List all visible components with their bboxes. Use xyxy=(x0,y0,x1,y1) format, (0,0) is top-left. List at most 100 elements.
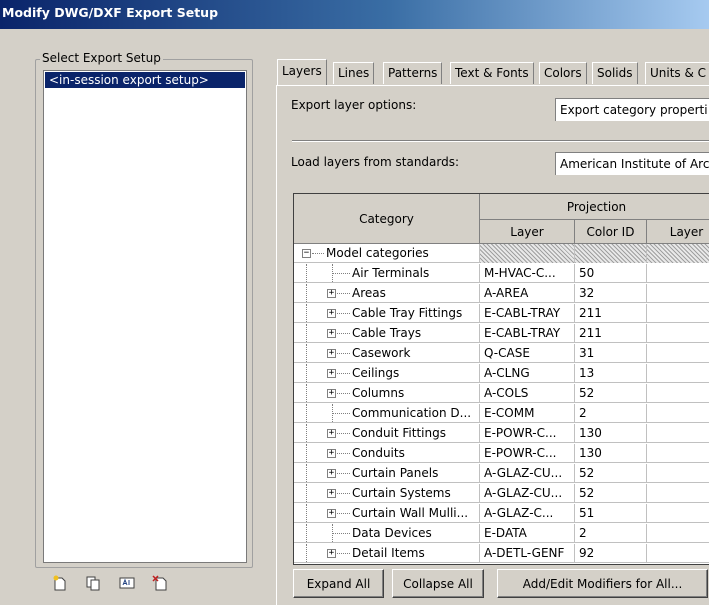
layer-cell[interactable]: A-DETL-GENF xyxy=(480,544,575,563)
layer-modifiers-cell[interactable] xyxy=(647,504,709,523)
layer-modifiers-cell[interactable] xyxy=(647,364,709,383)
layer-modifiers-cell[interactable] xyxy=(647,484,709,503)
color-id-cell[interactable]: 52 xyxy=(575,464,647,483)
layer-cell[interactable]: A-GLAZ-C... xyxy=(480,504,575,523)
add-edit-modifiers-button[interactable]: Add/Edit Modifiers for All... xyxy=(497,569,708,598)
layer-modifiers-cell[interactable] xyxy=(647,404,709,423)
layer-column-header[interactable]: Layer xyxy=(480,220,575,244)
color-id-cell[interactable] xyxy=(575,244,647,263)
layers-grid[interactable]: Category Projection Layer Color ID Layer… xyxy=(293,193,709,565)
expand-icon[interactable]: + xyxy=(327,349,336,358)
color-id-cell[interactable]: 2 xyxy=(575,524,647,543)
tab-solids[interactable]: Solids xyxy=(592,62,638,84)
category-cell[interactable]: Data Devices xyxy=(294,524,480,543)
layer-modifiers-cell[interactable] xyxy=(647,264,709,283)
load-layers-dropdown[interactable]: American Institute of Arc xyxy=(555,152,709,175)
category-cell[interactable]: Air Terminals xyxy=(294,264,480,283)
layer-cell[interactable]: M-HVAC-C... xyxy=(480,264,575,283)
color-id-cell[interactable]: 130 xyxy=(575,424,647,443)
layer-modifiers-cell[interactable] xyxy=(647,324,709,343)
color-id-cell[interactable]: 32 xyxy=(575,284,647,303)
category-cell[interactable]: + Detail Items xyxy=(294,544,480,563)
category-cell[interactable]: + Curtain Systems xyxy=(294,484,480,503)
duplicate-setup-button[interactable] xyxy=(84,574,102,592)
color-id-cell[interactable]: 50 xyxy=(575,264,647,283)
table-row[interactable]: + Cable Tray Fittings E-CABL-TRAY 211 xyxy=(294,304,709,323)
layer-cell[interactable]: E-CABL-TRAY xyxy=(480,304,575,323)
table-row[interactable]: + Cable Trays E-CABL-TRAY 211 xyxy=(294,324,709,343)
category-cell[interactable]: + Columns xyxy=(294,384,480,403)
layer-cell[interactable]: Q-CASE xyxy=(480,344,575,363)
expand-icon[interactable]: + xyxy=(327,449,336,458)
tab-lines[interactable]: Lines xyxy=(333,62,375,84)
layer-cell[interactable]: E-CABL-TRAY xyxy=(480,324,575,343)
color-id-cell[interactable]: 52 xyxy=(575,484,647,503)
layer-modifiers-cell[interactable] xyxy=(647,284,709,303)
color-id-column-header[interactable]: Color ID xyxy=(575,220,647,244)
table-row[interactable]: + Ceilings A-CLNG 13 xyxy=(294,364,709,383)
layer-modifiers-cell[interactable] xyxy=(647,544,709,563)
table-row[interactable]: Data Devices E-DATA 2 xyxy=(294,524,709,543)
table-row[interactable]: + Columns A-COLS 52 xyxy=(294,384,709,403)
category-cell[interactable]: Communication D... xyxy=(294,404,480,423)
tab-colors[interactable]: Colors xyxy=(539,62,587,84)
layer-modifiers-column-header[interactable]: Layer xyxy=(647,220,709,244)
new-setup-button[interactable] xyxy=(51,574,69,592)
color-id-cell[interactable]: 13 xyxy=(575,364,647,383)
layer-modifiers-cell[interactable] xyxy=(647,304,709,323)
rename-setup-button[interactable] xyxy=(118,574,136,592)
layer-cell[interactable]: E-POWR-C... xyxy=(480,444,575,463)
table-row[interactable]: Communication D... E-COMM 2 xyxy=(294,404,709,423)
color-id-cell[interactable]: 130 xyxy=(575,444,647,463)
table-row[interactable]: Air Terminals M-HVAC-C... 50 xyxy=(294,264,709,283)
table-row[interactable]: + Curtain Panels A-GLAZ-CU... 52 xyxy=(294,464,709,483)
expand-icon[interactable]: + xyxy=(327,489,336,498)
layer-modifiers-cell[interactable] xyxy=(647,424,709,443)
layer-cell[interactable]: E-POWR-C... xyxy=(480,424,575,443)
category-cell[interactable]: + Casework xyxy=(294,344,480,363)
expand-icon[interactable]: + xyxy=(327,389,336,398)
color-id-cell[interactable]: 2 xyxy=(575,404,647,423)
category-cell[interactable]: + Conduit Fittings xyxy=(294,424,480,443)
category-column-header[interactable]: Category xyxy=(294,194,480,244)
layer-modifiers-cell[interactable] xyxy=(647,244,709,263)
layer-cell[interactable]: A-GLAZ-CU... xyxy=(480,484,575,503)
tab-patterns[interactable]: Patterns xyxy=(383,62,443,84)
expand-icon[interactable]: + xyxy=(327,549,336,558)
tab-units-coordinates[interactable]: Units & C xyxy=(645,62,709,84)
category-cell[interactable]: + Ceilings xyxy=(294,364,480,383)
layer-modifiers-cell[interactable] xyxy=(647,444,709,463)
category-cell[interactable]: + Curtain Panels xyxy=(294,464,480,483)
export-setup-item[interactable]: <in-session export setup> xyxy=(45,72,245,88)
table-row[interactable]: − Model categories xyxy=(294,244,709,263)
layer-modifiers-cell[interactable] xyxy=(647,524,709,543)
category-cell[interactable]: + Cable Tray Fittings xyxy=(294,304,480,323)
table-row[interactable]: + Casework Q-CASE 31 xyxy=(294,344,709,363)
layer-cell[interactable]: A-AREA xyxy=(480,284,575,303)
collapse-icon[interactable]: − xyxy=(302,249,311,258)
table-row[interactable]: + Detail Items A-DETL-GENF 92 xyxy=(294,544,709,563)
tab-layers[interactable]: Layers xyxy=(277,59,327,85)
export-setup-list[interactable]: <in-session export setup> xyxy=(43,70,247,563)
layer-cell[interactable]: E-COMM xyxy=(480,404,575,423)
color-id-cell[interactable]: 92 xyxy=(575,544,647,563)
layer-modifiers-cell[interactable] xyxy=(647,344,709,363)
category-cell[interactable]: + Curtain Wall Mulli... xyxy=(294,504,480,523)
table-row[interactable]: + Curtain Systems A-GLAZ-CU... 52 xyxy=(294,484,709,503)
color-id-cell[interactable]: 211 xyxy=(575,324,647,343)
table-row[interactable]: + Areas A-AREA 32 xyxy=(294,284,709,303)
expand-icon[interactable]: + xyxy=(327,309,336,318)
category-cell[interactable]: − Model categories xyxy=(294,244,480,263)
color-id-cell[interactable]: 31 xyxy=(575,344,647,363)
table-row[interactable]: + Curtain Wall Mulli... A-GLAZ-C... 51 xyxy=(294,504,709,523)
category-cell[interactable]: + Areas xyxy=(294,284,480,303)
expand-icon[interactable]: + xyxy=(327,329,336,338)
layer-cell[interactable]: A-GLAZ-CU... xyxy=(480,464,575,483)
color-id-cell[interactable]: 51 xyxy=(575,504,647,523)
layer-cell[interactable]: A-CLNG xyxy=(480,364,575,383)
layer-cell[interactable] xyxy=(480,244,575,263)
layer-cell[interactable]: A-COLS xyxy=(480,384,575,403)
expand-all-button[interactable]: Expand All xyxy=(293,569,384,598)
layer-modifiers-cell[interactable] xyxy=(647,384,709,403)
table-row[interactable]: + Conduit Fittings E-POWR-C... 130 xyxy=(294,424,709,443)
